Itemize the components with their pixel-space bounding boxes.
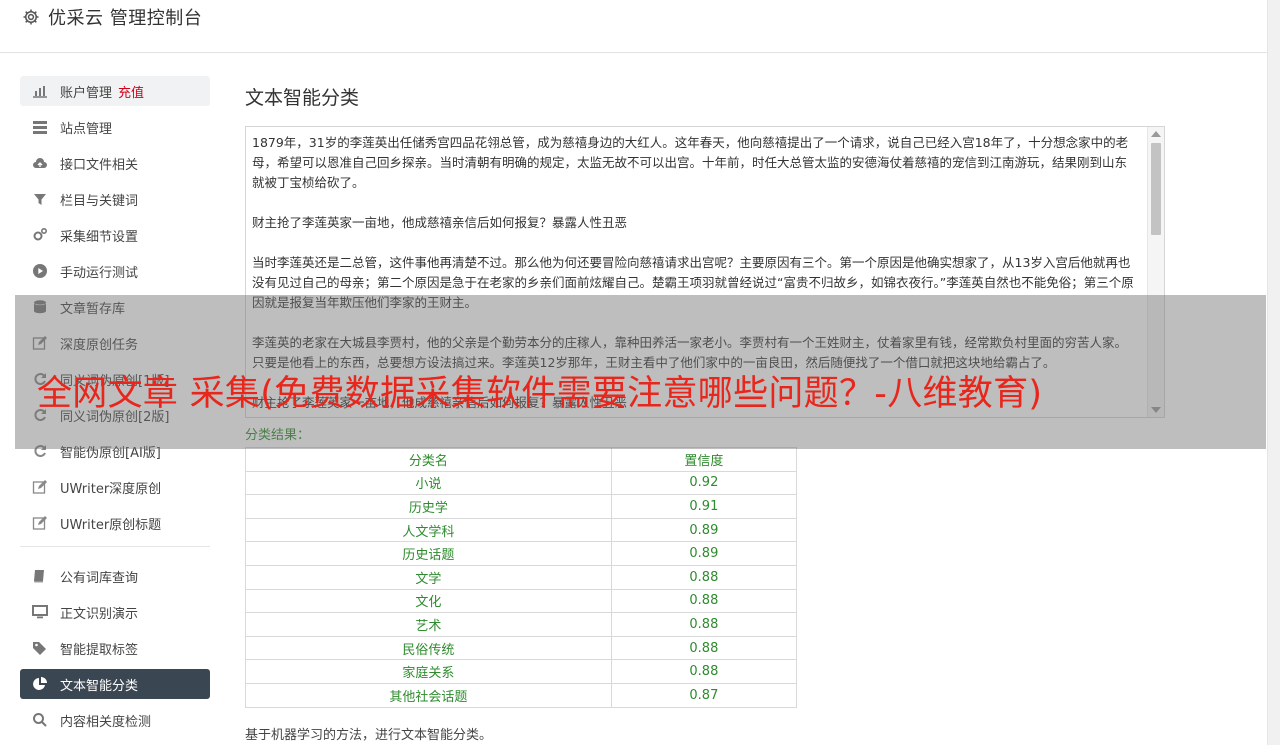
recharge-link[interactable]: 充值 bbox=[118, 82, 144, 101]
table-row: 民俗传统 0.88 bbox=[245, 635, 798, 661]
edit-icon bbox=[32, 515, 48, 531]
cloud-upload-icon bbox=[32, 155, 48, 171]
table-row: 艺术 0.88 bbox=[245, 612, 798, 637]
sidebar-divider bbox=[20, 546, 210, 547]
category-cell: 历史学 bbox=[245, 494, 612, 519]
sidebar-item-uwriter-title[interactable]: UWriter原创标题 bbox=[20, 508, 210, 538]
scroll-up-icon[interactable] bbox=[1151, 131, 1161, 137]
brand-title: 优采云 管理控制台 bbox=[48, 8, 203, 29]
category-cell: 历史话题 bbox=[245, 541, 612, 566]
sidebar-item-label: 采集细节设置 bbox=[60, 229, 139, 245]
column-header: 置信度 bbox=[610, 447, 798, 472]
sidebar-item-label: 正文识别演示 bbox=[60, 606, 139, 622]
sidebar-item-columns[interactable]: 栏目与关键词 bbox=[20, 184, 210, 214]
search-icon bbox=[32, 712, 48, 728]
confidence-cell: 0.88 bbox=[610, 659, 798, 684]
sidebar-item-run-test[interactable]: 手动运行测试 bbox=[20, 256, 210, 286]
sidebar-item-label: UWriter原创标题 bbox=[60, 517, 162, 533]
text-paragraph: 财主抢了李莲英家一亩地，他成慈禧亲信后如何报复？暴露人性丑恶 bbox=[252, 215, 628, 230]
sidebar-item-sites[interactable]: 站点管理 bbox=[20, 112, 210, 142]
sidebar-item-text-recognition[interactable]: 正文识别演示 bbox=[20, 597, 210, 627]
sidebar-item-label: 栏目与关键词 bbox=[60, 193, 139, 209]
category-cell: 家庭关系 bbox=[245, 659, 612, 684]
table-header-row: 分类名 置信度 bbox=[245, 447, 798, 472]
category-cell: 文化 bbox=[245, 588, 612, 614]
sidebar-item-label: 接口文件相关 bbox=[60, 157, 139, 173]
table-row: 文学 0.88 bbox=[245, 564, 798, 590]
table-row: 家庭关系 0.88 bbox=[245, 659, 798, 684]
sidebar-item-label: 内容相关度检测 bbox=[60, 714, 152, 730]
sidebar-item-label: 智能提取标签 bbox=[60, 642, 139, 658]
table-row: 小说 0.92 bbox=[245, 470, 798, 496]
sidebar-item-label: 手动运行测试 bbox=[60, 265, 139, 281]
pie-chart-icon bbox=[32, 676, 48, 692]
confidence-cell: 0.89 bbox=[610, 517, 798, 543]
confidence-cell: 0.88 bbox=[610, 635, 798, 661]
sidebar-item-text-classify[interactable]: 文本智能分类 bbox=[20, 669, 210, 699]
scroll-thumb[interactable] bbox=[1151, 143, 1161, 235]
confidence-cell: 0.88 bbox=[610, 612, 798, 637]
sidebar-item-label: 站点管理 bbox=[60, 121, 113, 137]
text-paragraph: 1879年，31岁的李莲英出任储秀宫四品花翎总管，成为慈禧身边的大红人。这年春天… bbox=[252, 135, 1129, 190]
sidebar-item-interface[interactable]: 接口文件相关 bbox=[20, 148, 210, 178]
filter-icon bbox=[32, 191, 48, 207]
category-cell: 艺术 bbox=[245, 612, 612, 637]
table-row: 其他社会话题 0.87 bbox=[245, 682, 798, 708]
sidebar-item-public-dict[interactable]: 公有词库查询 bbox=[20, 561, 210, 591]
confidence-cell: 0.92 bbox=[610, 470, 798, 496]
edit-icon bbox=[32, 479, 48, 495]
table-row: 历史学 0.91 bbox=[245, 494, 798, 519]
tag-icon bbox=[32, 640, 48, 656]
page-scrollbar[interactable] bbox=[1267, 0, 1280, 745]
monitor-icon bbox=[32, 604, 48, 620]
sidebar-item-account[interactable]: 账户管理 充值 bbox=[20, 76, 210, 106]
category-cell: 民俗传统 bbox=[245, 635, 612, 661]
bar-chart-icon bbox=[32, 83, 48, 99]
footer-note: 基于机器学习的方法，进行文本智能分类。 bbox=[245, 727, 493, 743]
confidence-cell: 0.88 bbox=[610, 564, 798, 590]
cogs-icon bbox=[32, 227, 48, 243]
confidence-cell: 0.91 bbox=[610, 494, 798, 519]
sidebar-item-relevance[interactable]: 内容相关度检测 bbox=[20, 705, 210, 735]
category-cell: 小说 bbox=[245, 470, 612, 496]
sidebar-item-collect-settings[interactable]: 采集细节设置 bbox=[20, 220, 210, 250]
table-row: 人文学科 0.89 bbox=[245, 517, 798, 543]
sidebar-item-tag-extract[interactable]: 智能提取标签 bbox=[20, 633, 210, 663]
category-cell: 其他社会话题 bbox=[245, 682, 612, 708]
classification-table: 分类名 置信度 小说 0.92 历史学 0.91 人文学科 0.89 历史话题 0.89… bbox=[245, 447, 798, 708]
top-bar: 优采云 管理控制台 bbox=[0, 0, 1268, 53]
table-row: 历史话题 0.89 bbox=[245, 541, 798, 566]
column-header: 分类名 bbox=[245, 447, 612, 472]
table-row: 文化 0.88 bbox=[245, 588, 798, 614]
overlay-title: 全网文章 采集(免费数据采集软件需要注意哪些问题？-八维教育) bbox=[37, 374, 1043, 414]
confidence-cell: 0.89 bbox=[610, 541, 798, 566]
sidebar-item-label: 公有词库查询 bbox=[60, 570, 139, 586]
confidence-cell: 0.88 bbox=[610, 588, 798, 614]
brand[interactable]: 优采云 管理控制台 bbox=[22, 4, 202, 30]
sidebar-item-uwriter-deep[interactable]: UWriter深度原创 bbox=[20, 472, 210, 502]
play-circle-icon bbox=[32, 263, 48, 279]
sidebar-item-label: 文本智能分类 bbox=[60, 678, 139, 694]
sidebar-item-label: 账户管理 bbox=[60, 85, 113, 101]
page-title: 文本智能分类 bbox=[245, 87, 360, 109]
server-icon bbox=[32, 119, 48, 135]
category-cell: 文学 bbox=[245, 564, 612, 590]
sidebar-item-label: UWriter深度原创 bbox=[60, 481, 162, 497]
gear-icon bbox=[22, 8, 40, 26]
book-icon bbox=[32, 568, 48, 584]
confidence-cell: 0.87 bbox=[610, 682, 798, 708]
category-cell: 人文学科 bbox=[245, 517, 612, 543]
